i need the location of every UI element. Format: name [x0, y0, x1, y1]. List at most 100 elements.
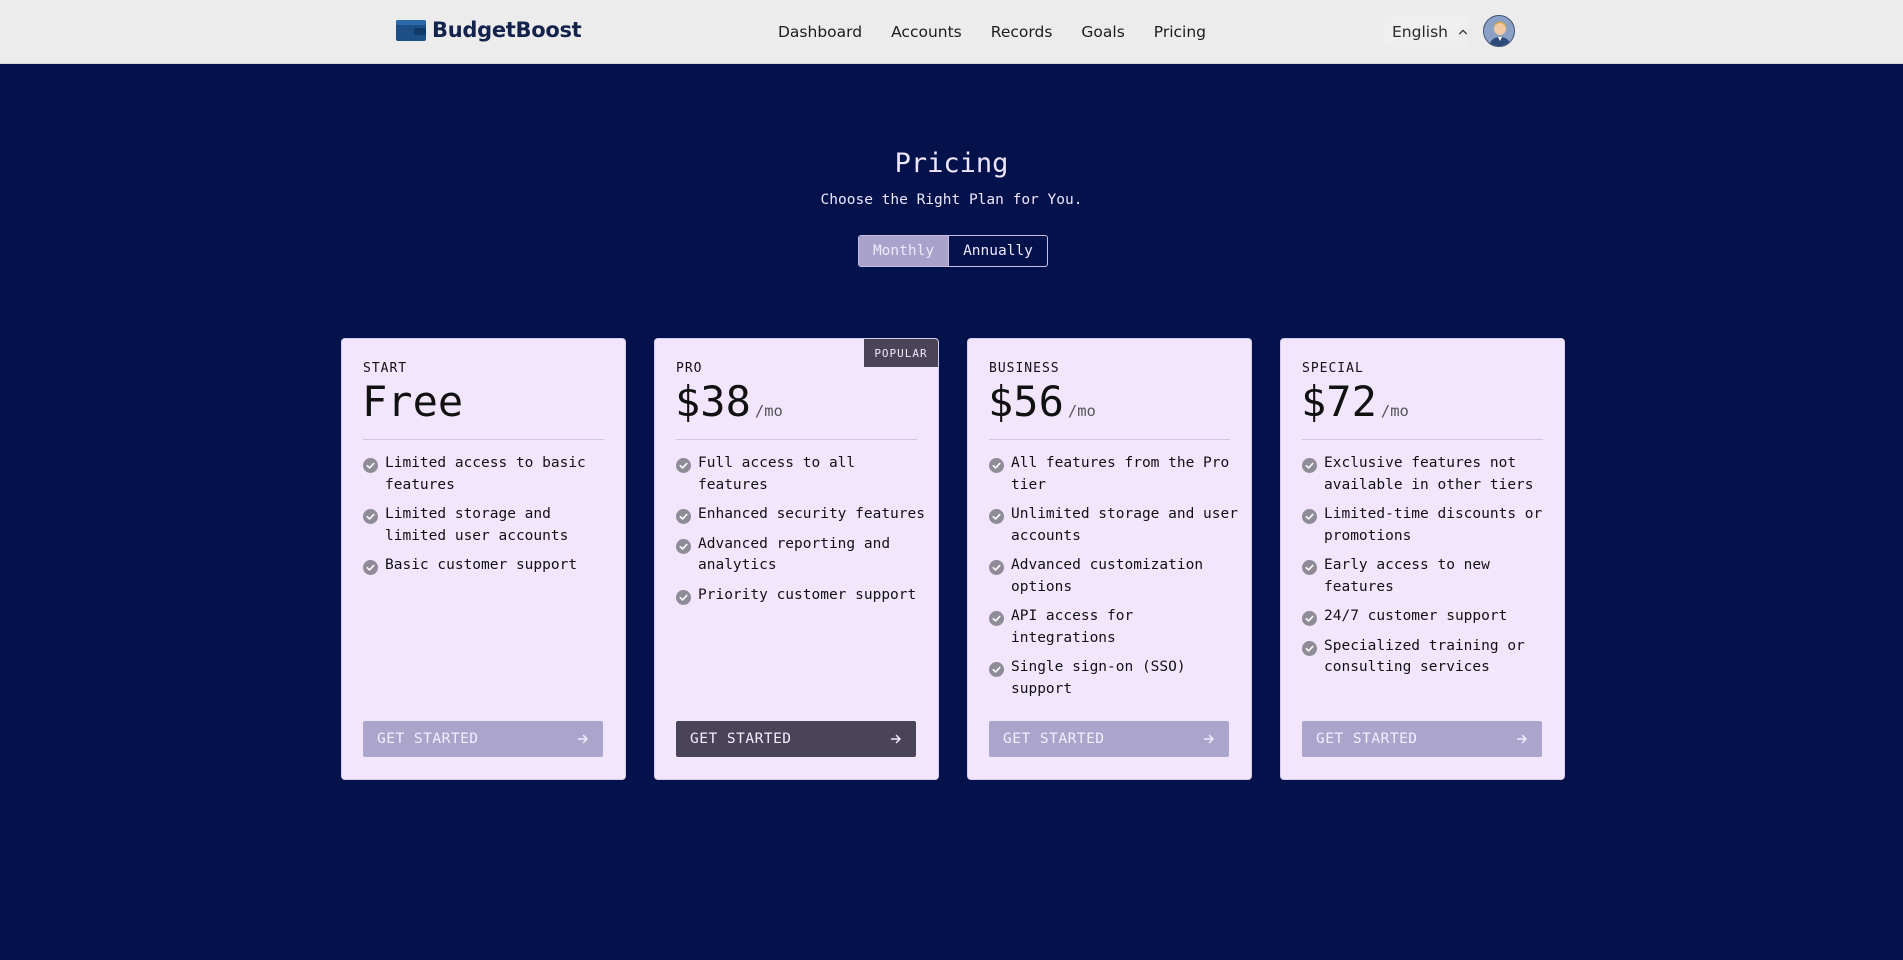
page-subtitle: Choose the Right Plan for You. — [820, 192, 1083, 208]
user-avatar-icon — [1484, 16, 1514, 46]
plan-tier: PRO — [676, 361, 703, 376]
billing-option-monthly[interactable]: Monthly — [859, 236, 948, 266]
check-circle-icon — [1302, 458, 1317, 473]
price-period: /mo — [754, 402, 783, 420]
language-label: English — [1392, 22, 1448, 41]
feature-text: Full access to all features — [698, 455, 856, 493]
feature-item: 24/7 customer support — [1302, 606, 1552, 628]
get-started-button-pro[interactable]: GET STARTED — [676, 721, 916, 757]
feature-text: Priority customer support — [698, 586, 917, 603]
nav-pricing[interactable]: Pricing — [1154, 23, 1206, 41]
get-started-button-business[interactable]: GET STARTED — [989, 721, 1229, 757]
nav-records[interactable]: Records — [991, 23, 1053, 41]
button-label: GET STARTED — [1003, 731, 1105, 747]
feature-text: Limited access to basic features — [385, 455, 586, 493]
chevron-up-icon — [1458, 29, 1467, 34]
check-circle-icon — [363, 509, 378, 524]
feature-item: Enhanced security features — [676, 504, 926, 526]
top-navbar: BudgetBoost Dashboard Accounts Records G… — [0, 0, 1903, 64]
feature-text: Advanced reporting and analytics — [698, 535, 891, 574]
plan-price: Free — [362, 377, 463, 426]
arrow-right-icon — [890, 734, 901, 744]
wallet-icon — [396, 20, 426, 41]
feature-text: 24/7 customer support — [1324, 608, 1508, 624]
feature-text: Basic customer support — [385, 557, 578, 573]
price-period: /mo — [1067, 402, 1096, 420]
feature-text: All features from the Pro tier — [1011, 455, 1230, 493]
feature-item: Exclusive features not available in othe… — [1302, 453, 1552, 496]
feature-item: Priority customer support — [676, 585, 926, 607]
feature-item: Full access to all features — [676, 453, 926, 496]
feature-item: API access for integrations — [989, 606, 1239, 649]
billing-toggle: Monthly Annually — [858, 235, 1048, 267]
check-circle-icon — [989, 509, 1004, 524]
check-circle-icon — [989, 560, 1004, 575]
user-avatar[interactable] — [1483, 15, 1515, 47]
button-label: GET STARTED — [1316, 731, 1418, 747]
divider — [676, 439, 917, 440]
arrow-right-icon — [577, 734, 588, 744]
brand-logo[interactable]: BudgetBoost — [396, 18, 582, 42]
get-started-button-start[interactable]: GET STARTED — [363, 721, 603, 757]
price-amount: $72 — [1301, 377, 1377, 426]
plan-price: $38 /mo — [675, 377, 783, 426]
nav-goals[interactable]: Goals — [1081, 23, 1124, 41]
popular-badge: POPULAR — [864, 339, 938, 367]
feature-list: Exclusive features not available in othe… — [1302, 453, 1552, 687]
divider — [989, 439, 1230, 440]
feature-item: Unlimited storage and user accounts — [989, 504, 1239, 547]
feature-item: Early access to new features — [1302, 555, 1552, 598]
feature-text: Specialized training or consulting servi… — [1324, 637, 1525, 676]
feature-item: All features from the Pro tier — [989, 453, 1239, 496]
plan-tier: BUSINESS — [989, 361, 1060, 376]
feature-list: Limited access to basic features Limited… — [363, 453, 613, 585]
plan-card-business: BUSINESS $56 /mo All features from the P… — [967, 338, 1252, 780]
button-label: GET STARTED — [377, 731, 479, 747]
feature-text: API access for integrations — [1011, 608, 1134, 646]
feature-text: Single sign-on (SSO) support — [1011, 659, 1186, 697]
price-amount: $38 — [675, 377, 751, 426]
feature-text: Exclusive features not available in othe… — [1324, 455, 1534, 493]
nav-dashboard[interactable]: Dashboard — [778, 23, 862, 41]
feature-list: All features from the Pro tier Unlimited… — [989, 453, 1239, 708]
arrow-right-icon — [1516, 734, 1527, 744]
arrow-right-icon — [1203, 734, 1214, 744]
plan-tier: SPECIAL — [1302, 361, 1364, 376]
check-circle-icon — [1302, 509, 1317, 524]
feature-item: Specialized training or consulting servi… — [1302, 636, 1552, 679]
plan-price: $56 /mo — [988, 377, 1096, 426]
feature-text: Early access to new features — [1324, 557, 1490, 595]
feature-item: Limited storage and limited user account… — [363, 504, 613, 547]
check-circle-icon — [1302, 611, 1317, 626]
check-circle-icon — [676, 589, 691, 605]
plan-price: $72 /mo — [1301, 377, 1409, 426]
check-circle-icon — [363, 458, 378, 473]
check-circle-icon — [989, 662, 1004, 677]
price-period: /mo — [1380, 402, 1409, 420]
main-nav: Dashboard Accounts Records Goals Pricing — [778, 0, 1206, 63]
check-circle-icon — [676, 458, 691, 473]
feature-text: Enhanced security features — [698, 506, 925, 522]
billing-option-annually[interactable]: Annually — [948, 236, 1047, 266]
feature-text: Limited-time discounts or promotions — [1324, 506, 1543, 544]
feature-item: Single sign-on (SSO) support — [989, 657, 1239, 700]
feature-item: Limited-time discounts or promotions — [1302, 504, 1552, 547]
price-amount: Free — [362, 377, 464, 426]
get-started-button-special[interactable]: GET STARTED — [1302, 721, 1542, 757]
nav-accounts[interactable]: Accounts — [891, 23, 962, 41]
check-circle-icon — [676, 509, 691, 524]
plan-card-start: START Free Limited access to basic featu… — [341, 338, 626, 780]
check-circle-icon — [1302, 560, 1317, 575]
language-selector[interactable]: English — [1384, 16, 1468, 47]
button-label: GET STARTED — [690, 731, 792, 747]
feature-text: Unlimited storage and user accounts — [1011, 506, 1238, 544]
page-title: Pricing — [894, 148, 1009, 179]
plan-card-special: SPECIAL $72 /mo Exclusive features not a… — [1280, 338, 1565, 780]
plan-card-pro: POPULAR PRO $38 /mo Full access to all f… — [654, 338, 939, 780]
feature-item: Basic customer support — [363, 555, 613, 577]
feature-text: Advanced customization options — [1011, 557, 1204, 595]
feature-item: Limited access to basic features — [363, 453, 613, 496]
check-circle-icon — [363, 560, 378, 575]
feature-list: Full access to all features Enhanced sec… — [676, 453, 926, 614]
check-circle-icon — [989, 611, 1004, 626]
